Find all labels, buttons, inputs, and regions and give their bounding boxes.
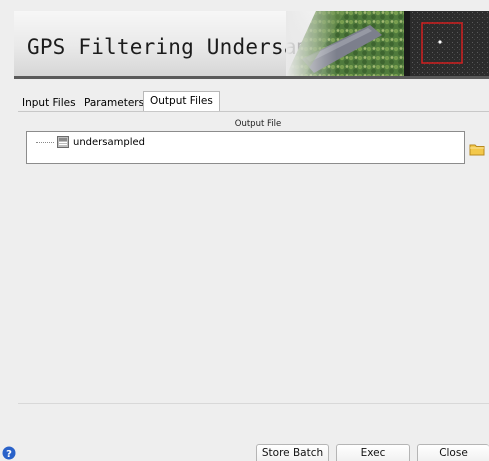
output-files-panel: Output File undersampled (18, 111, 489, 404)
tree-connector (36, 141, 54, 143)
output-file-tree[interactable]: undersampled (26, 131, 465, 164)
tab-input-files[interactable]: Input Files (22, 94, 76, 112)
output-file-column-header: Output File (234, 119, 282, 129)
header-banner: GPS Filtering Undersampling (14, 11, 489, 79)
banner-image (286, 11, 489, 76)
tab-output-files[interactable]: Output Files (143, 91, 220, 112)
svg-text:?: ? (6, 449, 12, 460)
close-button[interactable]: Close (417, 444, 489, 461)
tree-item-undersampled[interactable]: undersampled (36, 135, 145, 149)
file-icon (57, 136, 69, 148)
store-batch-button[interactable]: Store Batch (256, 444, 329, 461)
exec-button[interactable]: Exec (336, 444, 410, 461)
tree-item-label: undersampled (73, 136, 145, 148)
help-icon[interactable]: ? (2, 446, 16, 460)
folder-icon[interactable] (469, 142, 485, 156)
tab-parameters[interactable]: Parameters (84, 94, 144, 112)
